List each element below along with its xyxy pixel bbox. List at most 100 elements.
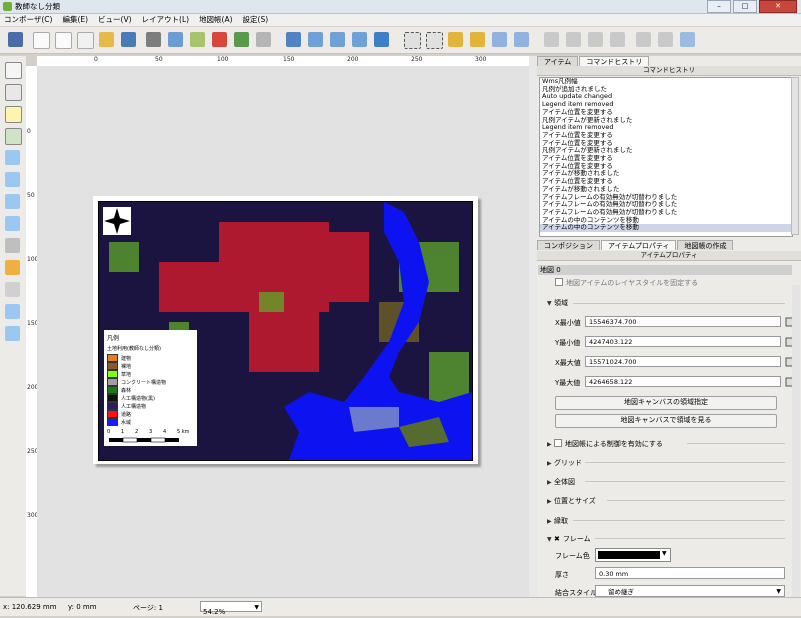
xmax-row: X最大値 15571024.700	[555, 356, 798, 368]
last-feature-icon[interactable]	[610, 32, 625, 47]
open-template-icon[interactable]	[99, 32, 114, 47]
ymax-input[interactable]: 4264658.122	[585, 376, 781, 387]
raise-items-icon[interactable]	[492, 32, 507, 47]
menu-settings[interactable]: 設定(S)	[243, 14, 269, 26]
zoom-select[interactable]: 54.2% ▼	[200, 601, 262, 616]
checked-checkbox-icon: ✖	[554, 535, 560, 543]
add-scalebar-icon[interactable]	[5, 238, 20, 253]
outline-section-header[interactable]: ▶ 縁取	[547, 516, 568, 526]
atlas-print-icon[interactable]	[636, 32, 651, 47]
ruler-label: 100	[217, 56, 229, 63]
position-size-section-header[interactable]: ▶ 位置とサイズ	[547, 496, 596, 506]
menu-bar: コンポーザ(C) 編集(E) ビュー(V) レイアウト(L) 地図帳(A) 設定…	[0, 14, 801, 26]
add-html-icon[interactable]	[5, 326, 20, 341]
add-map-icon[interactable]	[5, 150, 20, 165]
menu-edit[interactable]: 編集(E)	[62, 14, 88, 26]
composer-manager-icon[interactable]	[77, 32, 94, 49]
tab-item-properties[interactable]: アイテムプロパティ	[601, 240, 677, 250]
zoom-out-icon[interactable]	[352, 32, 367, 47]
group-icon[interactable]	[404, 32, 421, 49]
maximize-button[interactable]: □	[733, 0, 757, 13]
scalebar-label: 2	[135, 429, 139, 435]
map-item[interactable]: 凡例 土地利用(教師なし分類) 建物 裸地 草地 コンクリート構造物 森林 人工構造物(黒…	[98, 201, 473, 461]
menu-view[interactable]: ビュー(V)	[98, 14, 131, 26]
frame-section-header[interactable]: ▼ ✖ フレーム	[547, 534, 591, 544]
status-bar: x: 120.629 mm y: 0 mm ページ: 1 54.2% ▼	[0, 597, 801, 616]
lock-layers-checkbox[interactable]: 地図アイテムのレイヤスタイルを固定する	[555, 278, 698, 288]
add-arrow-icon[interactable]	[5, 282, 20, 297]
command-history-list[interactable]: Wms凡例幅 凡例が追加されました Auto update changed Legen…	[539, 77, 793, 237]
next-feature-icon[interactable]	[588, 32, 603, 47]
history-entry[interactable]: アイテムの中のコンテンツを移動	[540, 224, 792, 233]
new-composer-icon[interactable]	[33, 32, 50, 49]
tab-atlas-generation[interactable]: 地図帳の作成	[677, 240, 734, 250]
xmin-row: X最小値 15546374.700	[555, 316, 798, 328]
atlas-settings-icon[interactable]	[680, 32, 695, 47]
properties-scrollbar[interactable]	[792, 285, 800, 615]
grid-section-header[interactable]: ▶ グリッド	[547, 458, 582, 468]
redo-icon[interactable]	[256, 32, 271, 47]
first-feature-icon[interactable]	[544, 32, 559, 47]
export-image-icon[interactable]	[168, 32, 183, 47]
ymin-input[interactable]: 4247403.122	[585, 336, 781, 347]
refresh-icon[interactable]	[374, 32, 389, 47]
zoom-in-icon[interactable]	[330, 32, 345, 47]
legend-item[interactable]: 凡例 土地利用(教師なし分類) 建物 裸地 草地 コンクリート構造物 森林 人工構造物(黒…	[104, 330, 197, 446]
zoom-tool-icon[interactable]	[5, 84, 22, 101]
xmax-label: X最大値	[555, 359, 581, 367]
ungroup-icon[interactable]	[426, 32, 443, 49]
tab-item[interactable]: アイテム	[537, 56, 579, 66]
legend-subtitle: 土地利用(教師なし分類)	[107, 346, 161, 352]
duplicate-composer-icon[interactable]	[55, 32, 72, 49]
overview-section-header[interactable]: ▶ 全体図	[547, 477, 575, 487]
legend-entry: 水域	[107, 418, 194, 426]
menu-atlas[interactable]: 地図帳(A)	[199, 14, 232, 26]
history-scrollbar[interactable]	[791, 77, 799, 235]
tab-command-history[interactable]: コマンドヒストリ	[579, 56, 650, 66]
align-items-icon[interactable]	[514, 32, 529, 47]
pan-hand-icon[interactable]	[5, 62, 22, 79]
unlock-icon[interactable]	[470, 32, 485, 47]
export-svg-icon[interactable]	[190, 32, 205, 47]
minimize-button[interactable]: –	[707, 0, 731, 13]
add-table-icon[interactable]	[5, 304, 20, 319]
view-extent-in-canvas-button[interactable]: 地図キャンバスで領域を見る	[555, 414, 777, 428]
composer-canvas[interactable]: 凡例 土地利用(教師なし分類) 建物 裸地 草地 コンクリート構造物 森林 人工構造物(黒…	[37, 66, 529, 597]
chevron-down-icon: ▼	[547, 300, 552, 307]
main-toolbar	[0, 27, 801, 54]
atlas-export-icon[interactable]	[658, 32, 673, 47]
save-template-icon[interactable]	[121, 32, 136, 47]
print-icon[interactable]	[146, 32, 161, 47]
add-image-icon[interactable]	[5, 172, 20, 187]
canvas-vertical-scrollbar[interactable]	[529, 56, 537, 597]
add-shape-icon[interactable]	[5, 260, 20, 275]
set-extent-to-canvas-button[interactable]: 地図キャンバスの領域指定	[555, 396, 777, 410]
undo-icon[interactable]	[234, 32, 249, 47]
legend-label: 水域	[121, 419, 132, 426]
select-move-icon[interactable]	[5, 106, 22, 123]
add-legend-icon[interactable]	[5, 216, 20, 231]
xmin-input[interactable]: 15546374.700	[585, 316, 781, 327]
legend-label: 道路	[121, 411, 132, 418]
frame-color-button[interactable]: ▼	[595, 548, 671, 562]
zoom-actual-icon[interactable]	[308, 32, 323, 47]
zoom-full-icon[interactable]	[286, 32, 301, 47]
move-content-icon[interactable]	[5, 128, 22, 145]
export-pdf-icon[interactable]	[212, 32, 227, 47]
menu-composer[interactable]: コンポーザ(C)	[4, 14, 52, 26]
add-label-icon[interactable]	[5, 194, 20, 209]
atlas-control-section[interactable]: ▶ 地図帳による制御を有効にする	[547, 439, 663, 449]
y-coordinate: y: 0 mm	[68, 603, 97, 611]
page-number: ページ: 1	[133, 604, 163, 612]
join-style-select[interactable]: 留め継ぎ ▼	[595, 585, 785, 597]
save-icon[interactable]	[8, 32, 23, 47]
lock-icon[interactable]	[448, 32, 463, 47]
close-button[interactable]: ✕	[759, 0, 797, 13]
previous-feature-icon[interactable]	[566, 32, 581, 47]
extent-section-header[interactable]: ▼ 領域	[547, 298, 568, 308]
xmax-input[interactable]: 15571024.700	[585, 356, 781, 367]
thickness-input[interactable]: 0.30 mm	[595, 567, 785, 579]
chevron-right-icon: ▶	[547, 479, 552, 486]
menu-layout[interactable]: レイアウト(L)	[142, 14, 190, 26]
tab-composition[interactable]: コンポジション	[537, 240, 600, 250]
